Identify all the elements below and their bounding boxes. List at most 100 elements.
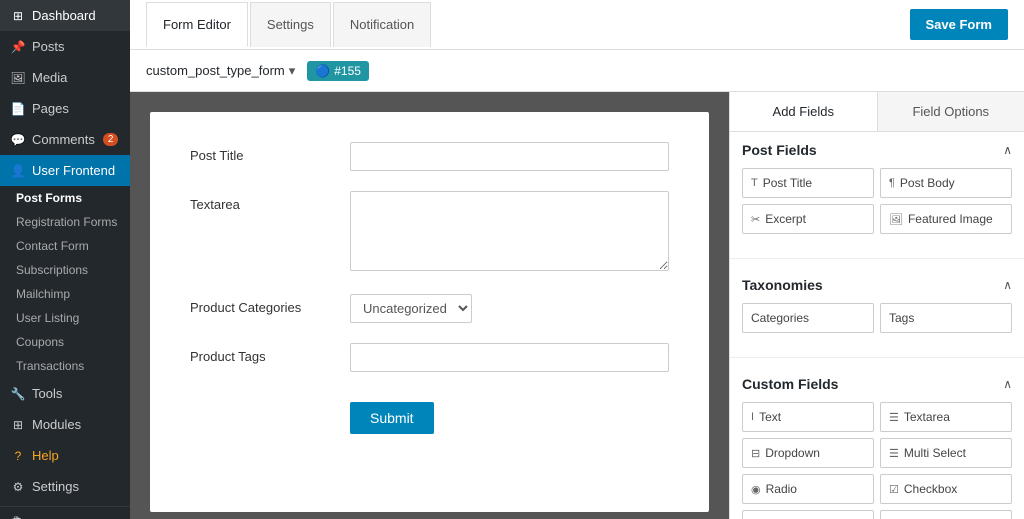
sidebar-item-user-frontend[interactable]: 👤 User Frontend xyxy=(0,155,130,186)
product-tags-label: Product Tags xyxy=(190,343,350,364)
btn-url[interactable]: 🔗 URL xyxy=(742,510,874,519)
form-field-product-tags: Product Tags xyxy=(190,343,669,372)
btn-post-body[interactable]: ¶ Post Body xyxy=(880,168,1012,198)
btn-checkbox[interactable]: ☑ Checkbox xyxy=(880,474,1012,504)
post-title-label: Post Title xyxy=(190,142,350,163)
topbar: Form Editor Settings Notification Save F… xyxy=(130,0,1024,50)
tools-icon: 🔧 xyxy=(10,387,26,401)
btn-radio[interactable]: ◉ Radio xyxy=(742,474,874,504)
sidebar-item-help[interactable]: ? Help xyxy=(0,440,130,471)
product-categories-input-wrapper: Uncategorized xyxy=(350,294,669,323)
sidebar-sub-user-listing[interactable]: User Listing xyxy=(0,306,130,330)
multi-select-icon: ☰ xyxy=(889,447,899,460)
btn-tags[interactable]: Tags xyxy=(880,303,1012,333)
body-icon: ¶ xyxy=(889,177,895,189)
btn-featured-image[interactable]: 🖼 Featured Image xyxy=(880,204,1012,234)
pages-icon: 📄 xyxy=(10,102,26,116)
tab-settings[interactable]: Settings xyxy=(250,2,331,47)
sidebar-sub-contact-form[interactable]: Contact Form xyxy=(0,234,130,258)
taxonomies-toggle[interactable]: ∧ xyxy=(1003,278,1012,292)
sidebar-sub-mailchimp[interactable]: Mailchimp xyxy=(0,282,130,306)
tabs: Form Editor Settings Notification xyxy=(146,2,433,47)
post-title-input-wrapper xyxy=(350,142,669,171)
tab-notification[interactable]: Notification xyxy=(333,2,431,47)
sidebar-item-posts[interactable]: 📌 Posts xyxy=(0,31,130,62)
dropdown-icon: ⊟ xyxy=(751,447,760,460)
sidebar-sub-post-forms[interactable]: Post Forms xyxy=(0,186,130,210)
post-fields-title: Post Fields xyxy=(742,142,817,158)
textarea-field-icon: ☰ xyxy=(889,411,899,424)
help-icon: ? xyxy=(10,449,26,463)
comments-badge: 2 xyxy=(103,133,119,146)
settings-icon: ⚙ xyxy=(10,480,26,494)
image-icon: 🖼 xyxy=(889,213,903,226)
sidebar-item-pages[interactable]: 📄 Pages xyxy=(0,93,130,124)
btn-textarea[interactable]: ☰ Textarea xyxy=(880,402,1012,432)
main-content: Form Editor Settings Notification Save F… xyxy=(130,0,1024,519)
panel-tab-field-options[interactable]: Field Options xyxy=(878,92,1024,131)
sidebar-item-tools[interactable]: 🔧 Tools xyxy=(0,378,130,409)
form-id-icon: 🔵 xyxy=(315,64,330,78)
textarea-label: Textarea xyxy=(190,191,350,212)
product-tags-input-wrapper xyxy=(350,343,669,372)
sidebar-sub-registration-forms[interactable]: Registration Forms xyxy=(0,210,130,234)
sidebar-sub-transactions[interactable]: Transactions xyxy=(0,354,130,378)
panel-tab-add-fields[interactable]: Add Fields xyxy=(730,92,878,131)
sidebar-item-woocommerce[interactable]: 🛍 WooCommerce xyxy=(0,506,130,519)
btn-email-address[interactable]: ✉ Email Address xyxy=(880,510,1012,519)
taxonomies-title: Taxonomies xyxy=(742,277,823,293)
checkbox-icon: ☑ xyxy=(889,483,899,496)
form-canvas: Post Title Textarea Product Categories xyxy=(150,112,709,512)
sidebar-item-comments[interactable]: 💬 Comments 2 xyxy=(0,124,130,155)
woocommerce-icon: 🛍 xyxy=(10,515,27,519)
sidebar-item-media[interactable]: 🖼 Media xyxy=(0,62,130,93)
sidebar-item-modules[interactable]: ⊞ Modules xyxy=(0,409,130,440)
custom-fields-buttons: I Text ☰ Textarea ⊟ Dropdown ☰ Multi Sel… xyxy=(742,402,1012,519)
custom-fields-section: Custom Fields ∧ I Text ☰ Textarea ⊟ Drop… xyxy=(730,366,1024,519)
panel-tabs: Add Fields Field Options xyxy=(730,92,1024,132)
btn-categories[interactable]: Categories xyxy=(742,303,874,333)
form-name: custom_post_type_form xyxy=(146,63,285,78)
product-categories-select[interactable]: Uncategorized xyxy=(350,294,472,323)
text-field-icon: I xyxy=(751,411,754,423)
right-panel: Add Fields Field Options Post Fields ∧ T… xyxy=(729,92,1024,519)
text-icon: T xyxy=(751,177,758,189)
product-categories-label: Product Categories xyxy=(190,294,350,315)
taxonomies-section: Taxonomies ∧ Categories Tags xyxy=(730,267,1024,349)
textarea-input[interactable] xyxy=(350,191,669,271)
sidebar-sub-coupons[interactable]: Coupons xyxy=(0,330,130,354)
custom-fields-header: Custom Fields ∧ xyxy=(742,376,1012,392)
form-id-badge: 🔵 #155 xyxy=(307,61,369,81)
custom-fields-toggle[interactable]: ∧ xyxy=(1003,377,1012,391)
custom-fields-title: Custom Fields xyxy=(742,376,838,392)
excerpt-icon: ✂ xyxy=(751,213,760,226)
form-submit-button[interactable]: Submit xyxy=(350,402,434,434)
btn-dropdown[interactable]: ⊟ Dropdown xyxy=(742,438,874,468)
divider-2 xyxy=(730,357,1024,358)
form-selector[interactable]: custom_post_type_form ▾ xyxy=(146,63,295,79)
post-fields-buttons: T Post Title ¶ Post Body ✂ Excerpt 🖼 Fea… xyxy=(742,168,1012,234)
taxonomies-header: Taxonomies ∧ xyxy=(742,277,1012,293)
editor-area: Post Title Textarea Product Categories xyxy=(130,92,1024,519)
radio-icon: ◉ xyxy=(751,483,761,496)
post-fields-toggle[interactable]: ∧ xyxy=(1003,143,1012,157)
btn-multi-select[interactable]: ☰ Multi Select xyxy=(880,438,1012,468)
sidebar-item-dashboard[interactable]: ⊞ Dashboard xyxy=(0,0,130,31)
sidebar-sub-subscriptions[interactable]: Subscriptions xyxy=(0,258,130,282)
btn-excerpt[interactable]: ✂ Excerpt xyxy=(742,204,874,234)
product-tags-input[interactable] xyxy=(350,343,669,372)
user-frontend-icon: 👤 xyxy=(10,164,26,178)
post-fields-section: Post Fields ∧ T Post Title ¶ Post Body ✂… xyxy=(730,132,1024,250)
btn-text[interactable]: I Text xyxy=(742,402,874,432)
form-field-product-categories: Product Categories Uncategorized xyxy=(190,294,669,323)
modules-icon: ⊞ xyxy=(10,418,26,432)
post-fields-header: Post Fields ∧ xyxy=(742,142,1012,158)
divider-1 xyxy=(730,258,1024,259)
sidebar-item-settings[interactable]: ⚙ Settings xyxy=(0,471,130,502)
post-title-input[interactable] xyxy=(350,142,669,171)
form-submit-row: Submit xyxy=(190,392,669,434)
btn-post-title[interactable]: T Post Title xyxy=(742,168,874,198)
tab-form-editor[interactable]: Form Editor xyxy=(146,2,248,47)
posts-icon: 📌 xyxy=(10,40,26,54)
save-form-button[interactable]: Save Form xyxy=(910,9,1008,40)
